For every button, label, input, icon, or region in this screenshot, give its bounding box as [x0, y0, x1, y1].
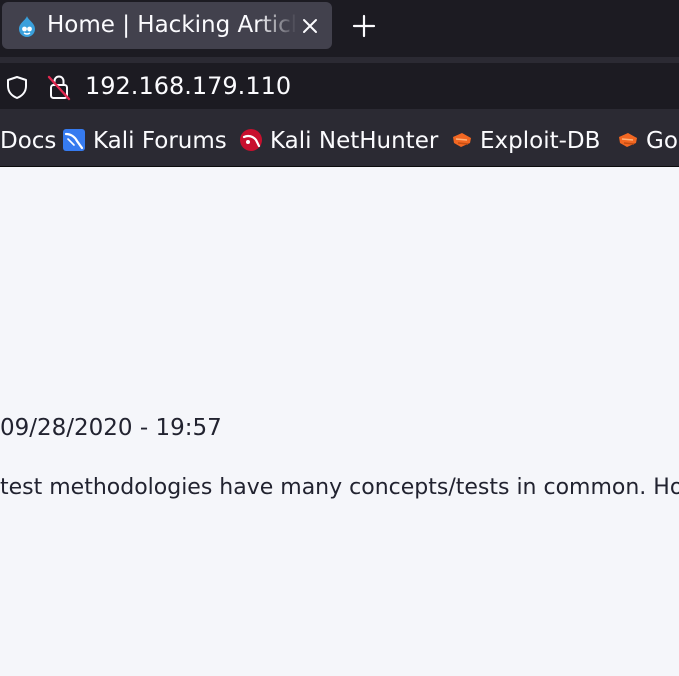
- bookmark-label: Kali Forums: [93, 128, 227, 154]
- tab-home-hacking-articles[interactable]: Home | Hacking Articles: [2, 2, 332, 49]
- bookmark-label: Go: [646, 128, 678, 154]
- url-text: 192.168.179.110: [85, 72, 292, 100]
- close-icon[interactable]: [298, 14, 322, 38]
- post-date: 09/28/2020 - 19:57: [0, 415, 222, 441]
- plus-icon[interactable]: [348, 10, 380, 42]
- page-content: 09/28/2020 - 19:57 test methodologies ha…: [0, 167, 679, 676]
- kali-nethunter-icon: [239, 128, 263, 152]
- shield-icon[interactable]: [5, 75, 29, 99]
- insecure-lock-icon[interactable]: [47, 73, 71, 101]
- bookmark-exploit-db[interactable]: Exploit-DB: [450, 112, 605, 166]
- bookmark-kali-nethunter[interactable]: Kali NetHunter: [239, 112, 439, 166]
- bookmark-label: Kali NetHunter: [270, 128, 439, 154]
- tab-strip: Home | Hacking Articles: [0, 0, 679, 57]
- kali-forums-icon: [62, 128, 86, 152]
- bookmark-label: Exploit-DB: [480, 128, 601, 154]
- bookmarks-toolbar: Docs Kali Forums Kali NetHunter Exploit-…: [0, 112, 679, 167]
- post-excerpt: test methodologies have many concepts/te…: [0, 475, 679, 500]
- address-bar[interactable]: 192.168.179.110: [0, 63, 679, 109]
- drupal-icon: [16, 15, 38, 37]
- exploit-db-icon: [616, 128, 640, 152]
- bookmark-google-hacking[interactable]: Go: [616, 112, 679, 166]
- bookmark-kali-forums[interactable]: Kali Forums: [62, 112, 232, 166]
- bookmark-docs[interactable]: Docs: [0, 112, 56, 166]
- navigation-toolbar: 192.168.179.110: [0, 57, 679, 112]
- exploit-db-icon: [450, 128, 474, 152]
- tab-title: Home | Hacking Articles: [47, 12, 297, 38]
- bookmark-label: Docs: [0, 128, 57, 154]
